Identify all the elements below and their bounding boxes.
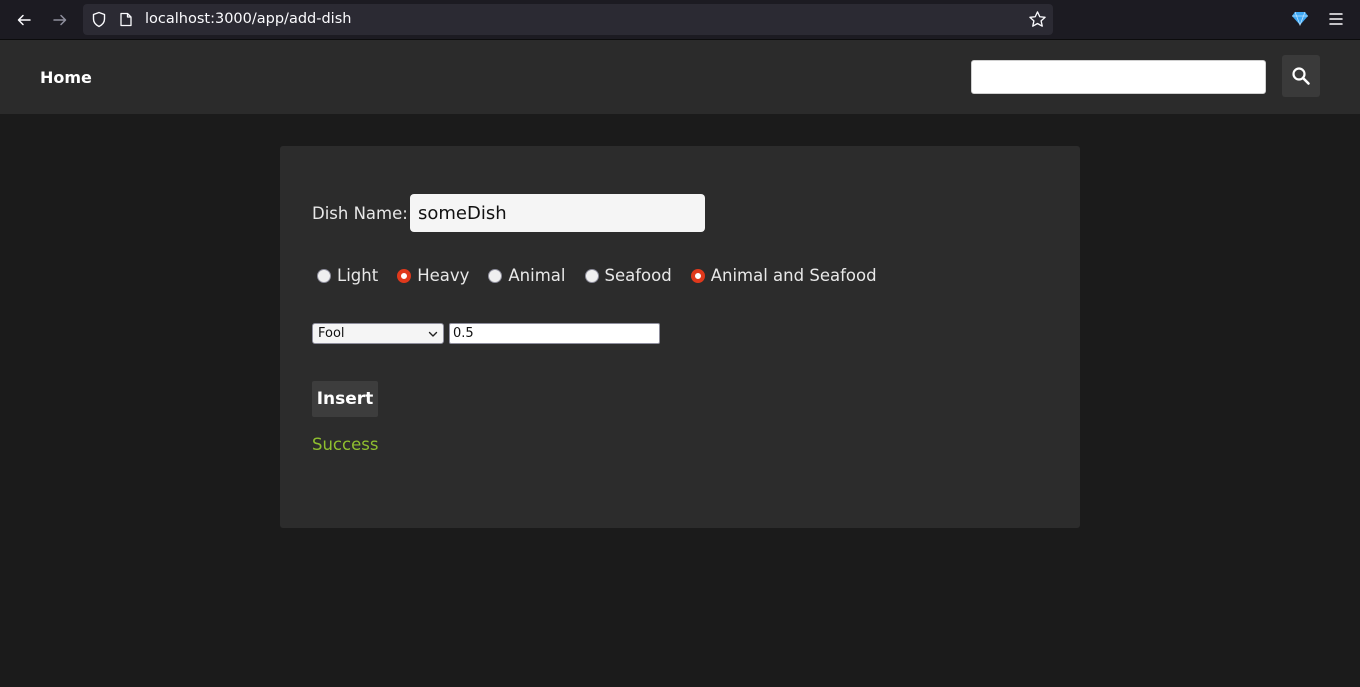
browser-toolbar: localhost:3000/app/add-dish [0, 0, 1360, 40]
radio-label: Animal and Seafood [710, 266, 877, 285]
radio-button[interactable] [488, 268, 503, 283]
magnifier-icon [1292, 67, 1310, 85]
radio-option-animal-and-seafood[interactable]: Animal and Seafood [686, 266, 877, 285]
radio-option-heavy[interactable]: Heavy [392, 266, 469, 285]
shield-icon[interactable] [91, 11, 107, 28]
bookmark-star-icon[interactable] [1028, 10, 1047, 29]
radio-button[interactable] [397, 268, 412, 283]
ingredient-select[interactable]: Fool [312, 323, 444, 344]
forward-arrow-icon[interactable] [48, 8, 72, 32]
radio-label: Seafood [604, 266, 672, 285]
radio-option-animal[interactable]: Animal [483, 266, 566, 285]
add-dish-card: Dish Name: Light Heavy Animal Seafood An… [280, 146, 1080, 528]
status-message: Success [312, 435, 379, 454]
back-arrow-icon[interactable] [12, 8, 36, 32]
extension-gem-icon[interactable] [1292, 10, 1308, 26]
search-button[interactable] [1282, 55, 1320, 97]
dish-name-label: Dish Name: [312, 204, 408, 223]
dish-name-input[interactable] [410, 194, 705, 232]
dish-type-radio-group: Light Heavy Animal Seafood Animal and Se… [312, 266, 891, 285]
hamburger-menu-icon[interactable] [1328, 11, 1344, 27]
radio-label: Heavy [417, 266, 470, 285]
chevron-down-icon [428, 331, 438, 337]
ingredient-selected-value: Fool [318, 326, 345, 341]
insert-button[interactable]: Insert [312, 381, 378, 417]
home-link[interactable]: Home [40, 68, 92, 87]
radio-option-seafood[interactable]: Seafood [580, 266, 672, 285]
radio-button[interactable] [690, 268, 705, 283]
url-text[interactable]: localhost:3000/app/add-dish [145, 11, 351, 27]
radio-button[interactable] [317, 268, 331, 283]
search-input[interactable] [971, 60, 1266, 94]
app-header: Home [0, 40, 1360, 114]
radio-label: Light [337, 266, 379, 285]
radio-label: Animal [508, 266, 566, 285]
radio-option-light[interactable]: Light [312, 266, 378, 285]
radio-button[interactable] [584, 268, 599, 283]
quantity-input[interactable] [449, 323, 660, 344]
url-bar[interactable]: localhost:3000/app/add-dish [83, 4, 1053, 35]
page-icon [120, 12, 132, 27]
